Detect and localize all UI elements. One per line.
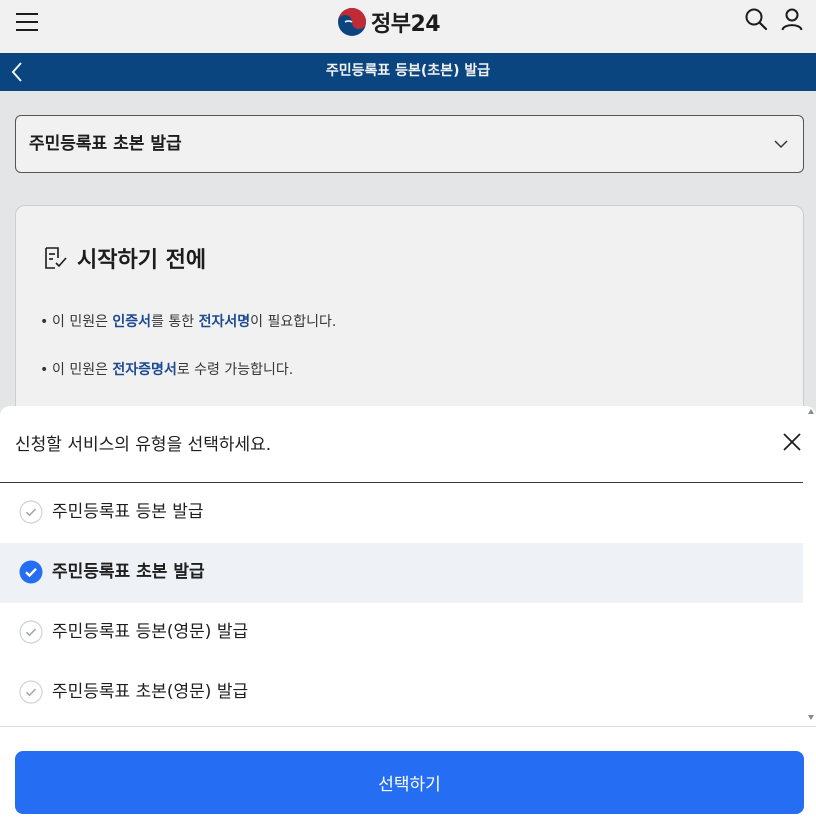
select-button[interactable]: 선택하기 xyxy=(15,751,804,814)
option-label: 주민등록표 초본(영문) 발급 xyxy=(52,682,249,702)
option-label: 주민등록표 등본 발급 xyxy=(52,502,204,522)
check-circle-icon xyxy=(19,500,43,524)
close-icon xyxy=(783,433,801,451)
sheet-scrollbar[interactable] xyxy=(806,406,816,724)
sheet-title: 신청할 서비스의 유형을 선택하세요. xyxy=(15,435,272,455)
scroll-up-icon[interactable] xyxy=(808,409,814,414)
option-deungbon[interactable]: 주민등록표 등본 발급 xyxy=(0,483,803,543)
check-circle-icon xyxy=(19,620,43,644)
option-chobon-english[interactable]: 주민등록표 초본(영문) 발급 xyxy=(0,663,803,723)
option-label: 주민등록표 초본 발급 xyxy=(52,562,205,582)
footer-divider xyxy=(0,726,816,727)
option-chobon[interactable]: 주민등록표 초본 발급 xyxy=(0,543,803,603)
option-label: 주민등록표 등본(영문) 발급 xyxy=(52,622,249,642)
check-circle-icon xyxy=(19,680,43,704)
option-deungbon-english[interactable]: 주민등록표 등본(영문) 발급 xyxy=(0,603,803,663)
check-circle-icon xyxy=(19,560,43,584)
close-button[interactable] xyxy=(780,430,804,454)
scroll-down-icon[interactable] xyxy=(808,715,814,720)
